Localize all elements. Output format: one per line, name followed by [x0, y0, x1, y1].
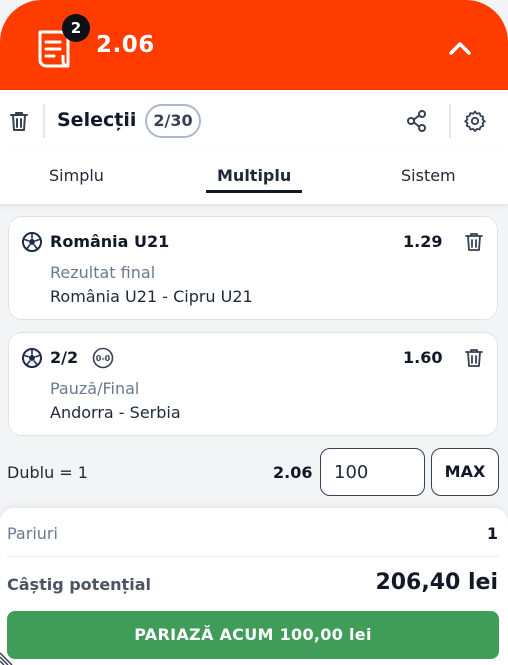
tab-multiplu[interactable]: Multiplu: [217, 166, 291, 185]
potential-win-label: Câștig potențial: [7, 575, 151, 594]
potential-win-value: 206,40 lei: [375, 570, 498, 595]
combo-odds: 2.06: [273, 463, 313, 482]
chevron-up-icon[interactable]: [446, 36, 474, 60]
selection-odds: 1.29: [403, 232, 443, 251]
selections-count-badge: 2/30: [145, 104, 201, 138]
tab-simplu[interactable]: Simplu: [49, 166, 104, 185]
trash-icon[interactable]: [464, 231, 484, 253]
score-icon: 0-0: [92, 347, 114, 369]
bets-value: 1: [486, 524, 498, 543]
soccer-ball-icon: [22, 232, 42, 252]
trash-icon[interactable]: [8, 109, 30, 133]
stake-input[interactable]: [320, 448, 425, 496]
place-bet-button[interactable]: PARIAZĂ ACUM 100,00 lei: [7, 611, 499, 659]
corner-stripes-decoration: [0, 652, 13, 665]
trash-icon[interactable]: [464, 347, 484, 369]
active-tab-indicator: [206, 190, 302, 193]
soccer-ball-icon: [22, 348, 42, 368]
market-name: Pauză/Final: [50, 379, 140, 398]
event-name: România U21 - Cipru U21: [50, 287, 253, 306]
market-name: Rezultat final: [50, 263, 156, 282]
tab-sistem[interactable]: Sistem: [401, 166, 456, 185]
bet-summary: Pariuri 1 Câștig potențial 206,40 lei PA…: [0, 508, 508, 665]
divider: [7, 556, 499, 557]
selections-title: Selecții: [57, 109, 137, 131]
score-glyph: 0-0: [96, 354, 111, 363]
selection-name: 2/2: [50, 348, 79, 367]
selections-bar: Selecții 2/30: [0, 90, 508, 152]
betslip-header[interactable]: 2 2.06: [0, 0, 508, 90]
divider: [43, 104, 45, 138]
selection-count-badge: 2: [62, 14, 90, 42]
bet-card: 2/2 0-0 1.60 Pauză/Final Andorra - Serbi…: [8, 332, 498, 436]
max-stake-button[interactable]: MAX: [431, 448, 499, 496]
divider: [449, 104, 451, 138]
selection-odds: 1.60: [403, 348, 443, 367]
selection-name: România U21: [50, 232, 170, 251]
share-icon[interactable]: [406, 109, 428, 133]
event-name: Andorra - Serbia: [50, 403, 181, 422]
gear-icon[interactable]: [463, 109, 487, 133]
combo-label: Dublu = 1: [7, 463, 88, 482]
bet-card: România U21 1.29 Rezultat final România …: [8, 216, 498, 320]
total-odds: 2.06: [96, 32, 155, 58]
bets-label: Pariuri: [7, 524, 58, 543]
bet-type-tabs: Simplu Multiplu Sistem: [0, 152, 508, 204]
